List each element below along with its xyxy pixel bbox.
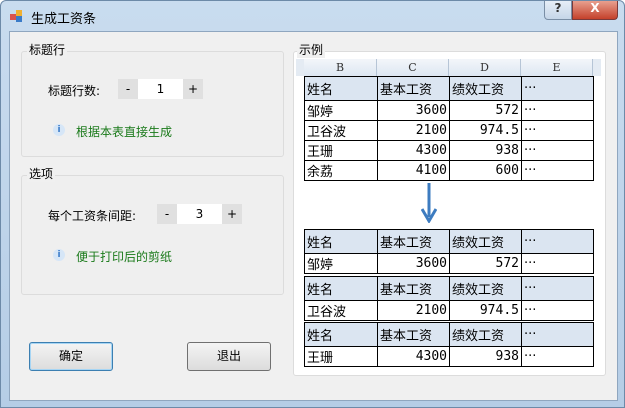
column-header: B (304, 59, 377, 77)
example-group-label: 示例 (297, 41, 326, 58)
header-cell: ··· (521, 229, 594, 254)
header-row: 姓名 基本工资 绩效工资 ··· (304, 276, 594, 301)
table-cell: 4300 (377, 346, 450, 367)
header-cell: 基本工资 (377, 76, 450, 101)
header-cell: 基本工资 (377, 322, 450, 347)
dialog-window: 生成工资条 ? X 标题行 标题行数: - 1 + i 根据本表直接生成 选项 … (0, 0, 625, 408)
table-cell: 卫谷波 (304, 120, 378, 141)
options-group (21, 175, 284, 295)
title-rows-label: 标题行数: (48, 84, 101, 98)
app-icon (10, 10, 22, 22)
table-cell: ··· (521, 140, 594, 161)
table-row: 卫谷波 2100 974.5 ··· (304, 300, 594, 321)
header-cell: 姓名 (304, 76, 378, 101)
table-cell: ··· (521, 160, 594, 181)
options-hint: 便于打印后的剪纸 (76, 250, 173, 264)
spacing-input[interactable]: 3 (177, 204, 222, 224)
down-arrow-icon (421, 183, 437, 223)
title-rows-increment[interactable]: + (183, 79, 203, 99)
title-rows-input[interactable]: 1 (138, 79, 183, 99)
example-table: 姓名 基本工资 绩效工资 ··· 邹婷 3600 572 ··· (304, 229, 594, 274)
header-cell: 姓名 (304, 322, 378, 347)
ok-button[interactable]: 确定 (29, 342, 113, 371)
table-cell: ··· (521, 253, 594, 274)
header-cell: ··· (521, 76, 594, 101)
table-cell: 974.5 (449, 300, 522, 321)
header-cell: 姓名 (304, 276, 378, 301)
table-cell: 余荔 (304, 160, 378, 181)
table-row: 卫谷波 2100 974.5 ··· (304, 120, 594, 141)
title-rows-decrement[interactable]: - (118, 79, 138, 99)
title-row-group-label: 标题行 (27, 41, 68, 58)
title-hint: 根据本表直接生成 (76, 125, 173, 139)
info-icon: i (53, 249, 65, 261)
header-cell: 绩效工资 (449, 229, 522, 254)
spacing-increment[interactable]: + (222, 204, 242, 224)
options-group-label: 选项 (27, 165, 56, 182)
info-icon: i (53, 124, 65, 136)
table-cell: 4100 (377, 160, 450, 181)
header-row: 姓名 基本工资 绩效工资 ··· (304, 229, 594, 254)
window-title: 生成工资条 (31, 12, 97, 27)
help-button[interactable]: ? (544, 1, 572, 20)
table-cell: 600 (449, 160, 522, 181)
table-cell: ··· (521, 100, 594, 121)
column-header: D (449, 59, 521, 77)
table-row: 王珊 4300 938 ··· (304, 140, 594, 161)
table-cell: 938 (449, 140, 522, 161)
header-cell: 姓名 (304, 229, 378, 254)
header-cell: 绩效工资 (449, 276, 522, 301)
header-cell: 绩效工资 (449, 76, 522, 101)
exit-button[interactable]: 退出 (187, 342, 271, 371)
table-cell: 2100 (377, 120, 450, 141)
header-row: 姓名 基本工资 绩效工资 ··· (304, 76, 594, 101)
table-cell: 572 (449, 253, 522, 274)
header-cell: 绩效工资 (449, 322, 522, 347)
close-button[interactable]: X (572, 1, 618, 20)
table-cell: 2100 (377, 300, 450, 321)
column-header: E (521, 59, 593, 77)
table-cell: 938 (449, 346, 522, 367)
header-cell: ··· (521, 276, 594, 301)
table-cell: 邹婷 (304, 253, 378, 274)
table-cell: 王珊 (304, 346, 378, 367)
table-cell: 572 (449, 100, 522, 121)
table-row: 邹婷 3600 572 ··· (304, 253, 594, 274)
example-table: 姓名 基本工资 绩效工资 ··· 邹婷 3600 572 ··· 卫谷波 2100 974.5 ···… (304, 76, 594, 181)
table-cell: ··· (521, 120, 594, 141)
table-row: 余荔 4100 600 ··· (304, 160, 594, 181)
header-cell: ··· (521, 322, 594, 347)
table-cell: 3600 (377, 100, 450, 121)
table-cell: 卫谷波 (304, 300, 378, 321)
header-cell: 基本工资 (377, 276, 450, 301)
table-cell: ··· (521, 300, 594, 321)
table-cell: ··· (521, 346, 594, 367)
example-table: 姓名 基本工资 绩效工资 ··· 王珊 4300 938 ··· (304, 322, 594, 367)
table-cell: 邹婷 (304, 100, 378, 121)
table-cell: 974.5 (449, 120, 522, 141)
spacing-label: 每个工资条间距: (48, 209, 137, 223)
table-cell: 4300 (377, 140, 450, 161)
header-row: 姓名 基本工资 绩效工资 ··· (304, 322, 594, 347)
spacing-decrement[interactable]: - (157, 204, 177, 224)
table-row: 邹婷 3600 572 ··· (304, 100, 594, 121)
column-header: C (377, 59, 449, 77)
table-cell: 王珊 (304, 140, 378, 161)
table-row: 王珊 4300 938 ··· (304, 346, 594, 367)
table-cell: 3600 (377, 253, 450, 274)
example-table: 姓名 基本工资 绩效工资 ··· 卫谷波 2100 974.5 ··· (304, 276, 594, 321)
title-row-group (21, 51, 284, 157)
header-cell: 基本工资 (377, 229, 450, 254)
